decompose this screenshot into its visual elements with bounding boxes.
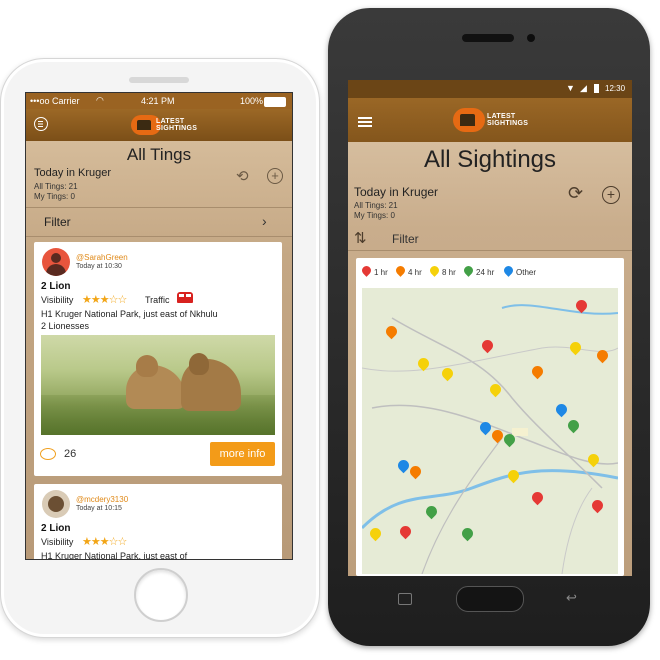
legend-marker-24hr — [462, 264, 475, 277]
recent-apps-button[interactable] — [398, 593, 412, 605]
logo-text: LATEST SIGHTINGS — [487, 113, 529, 127]
home-button[interactable] — [456, 586, 524, 612]
logo-text: LATEST SIGHTINGS — [156, 118, 198, 132]
map-card: 1 hr 4 hr 8 hr 24 hr Other — [356, 258, 624, 576]
post-location: H1 Kruger National Park, just east of Nk… — [41, 309, 218, 319]
refresh-icon[interactable]: ⟲ — [236, 167, 249, 185]
post-time: Today at 10:15 — [76, 505, 122, 512]
all-tings-count: All Tings: 21 — [354, 201, 398, 210]
menu-icon[interactable] — [34, 117, 48, 131]
my-tings-count: My Tings: 0 — [34, 192, 75, 201]
legend-label: 4 hr — [408, 268, 422, 277]
battery-icon — [264, 97, 286, 107]
status-bar: ▼ ◢ 12:30 — [348, 80, 632, 98]
post-time: Today at 10:30 — [76, 263, 122, 270]
post-detail: 2 Lionesses — [41, 321, 90, 331]
post-photo[interactable] — [41, 335, 275, 435]
iphone-speaker — [129, 77, 189, 83]
wifi-icon: ◠ — [96, 95, 104, 105]
post-location: H1 Kruger National Park, just east of — [41, 551, 188, 560]
iphone-screen: •••oo Carrier ◠ 4:21 PM 100% LATEST SIGH… — [25, 92, 293, 560]
home-button[interactable] — [134, 568, 188, 622]
legend-marker-1hr — [360, 264, 373, 277]
filter-label[interactable]: Filter — [392, 232, 419, 246]
nav-bar: LATEST SIGHTINGS — [26, 109, 292, 141]
section-subtitle: Today in Kruger — [34, 167, 112, 179]
visibility-label: Visibility — [41, 295, 74, 305]
filter-row[interactable]: Filter › — [26, 207, 292, 237]
sort-icon[interactable]: ⇅ — [354, 229, 367, 247]
battery-icon — [594, 84, 599, 93]
post-card[interactable]: @SarahGreen Today at 10:30 2 Lion Visibi… — [34, 242, 282, 476]
all-tings-count: All Tings: 21 — [34, 182, 78, 191]
post-title: 2 Lion — [41, 281, 71, 292]
refresh-icon[interactable]: ⟳ — [568, 183, 583, 204]
filter-label: Filter — [44, 215, 71, 229]
status-bar: •••oo Carrier ◠ 4:21 PM 100% — [26, 93, 292, 109]
traffic-car-icon — [177, 292, 193, 303]
comment-count: 26 — [64, 448, 77, 460]
add-icon[interactable]: + — [602, 186, 620, 204]
battery-percent: 100% — [240, 96, 264, 106]
visibility-label: Visibility — [41, 537, 74, 547]
post-username[interactable]: @mcdery3130 — [76, 495, 128, 504]
legend-marker-4hr — [394, 264, 407, 277]
legend-label: 1 hr — [374, 268, 388, 277]
post-title: 2 Lion — [41, 523, 71, 534]
page-title: All Sightings — [423, 146, 557, 173]
menu-icon[interactable] — [358, 117, 372, 119]
legend-marker-other — [502, 264, 515, 277]
chevron-right-icon: › — [262, 213, 267, 229]
post-username[interactable]: @SarahGreen — [76, 253, 128, 262]
back-button[interactable]: ↩ — [566, 590, 577, 606]
wifi-icon: ▼ — [566, 83, 575, 93]
avatar — [42, 490, 70, 518]
section-subtitle: Today in Kruger — [354, 185, 439, 199]
comment-icon[interactable] — [40, 448, 56, 460]
post-card[interactable]: @mcdery3130 Today at 10:15 2 Lion Visibi… — [34, 484, 282, 560]
my-tings-count: My Tings: 0 — [354, 211, 395, 220]
clock: 12:30 — [605, 84, 626, 93]
add-icon[interactable]: + — [267, 168, 283, 184]
carrier-label: •••oo Carrier — [30, 96, 80, 106]
avatar — [42, 248, 70, 276]
more-info-button[interactable]: more info — [210, 442, 275, 466]
legend-marker-8hr — [428, 264, 441, 277]
app-bar: LATEST SIGHTINGS — [348, 98, 632, 142]
logo-icon — [453, 108, 485, 132]
traffic-label: Traffic — [145, 295, 170, 305]
legend-label: 24 hr — [476, 268, 495, 277]
map-legend: 1 hr 4 hr 8 hr 24 hr Other — [360, 264, 622, 280]
visibility-rating: ★★★☆☆ — [82, 294, 127, 306]
legend-label: Other — [516, 268, 537, 277]
signal-icon: ◢ — [580, 83, 587, 93]
visibility-rating: ★★★☆☆ — [82, 536, 127, 548]
sightings-map[interactable] — [362, 288, 618, 574]
divider — [348, 250, 632, 251]
android-screen: ▼ ◢ 12:30 LATEST SIGHTINGS All Sightings… — [348, 80, 632, 576]
android-speaker — [462, 34, 514, 42]
page-title: All Tings — [126, 145, 192, 164]
front-camera — [527, 34, 535, 42]
clock: 4:21 PM — [141, 96, 175, 106]
legend-label: 8 hr — [442, 268, 456, 277]
